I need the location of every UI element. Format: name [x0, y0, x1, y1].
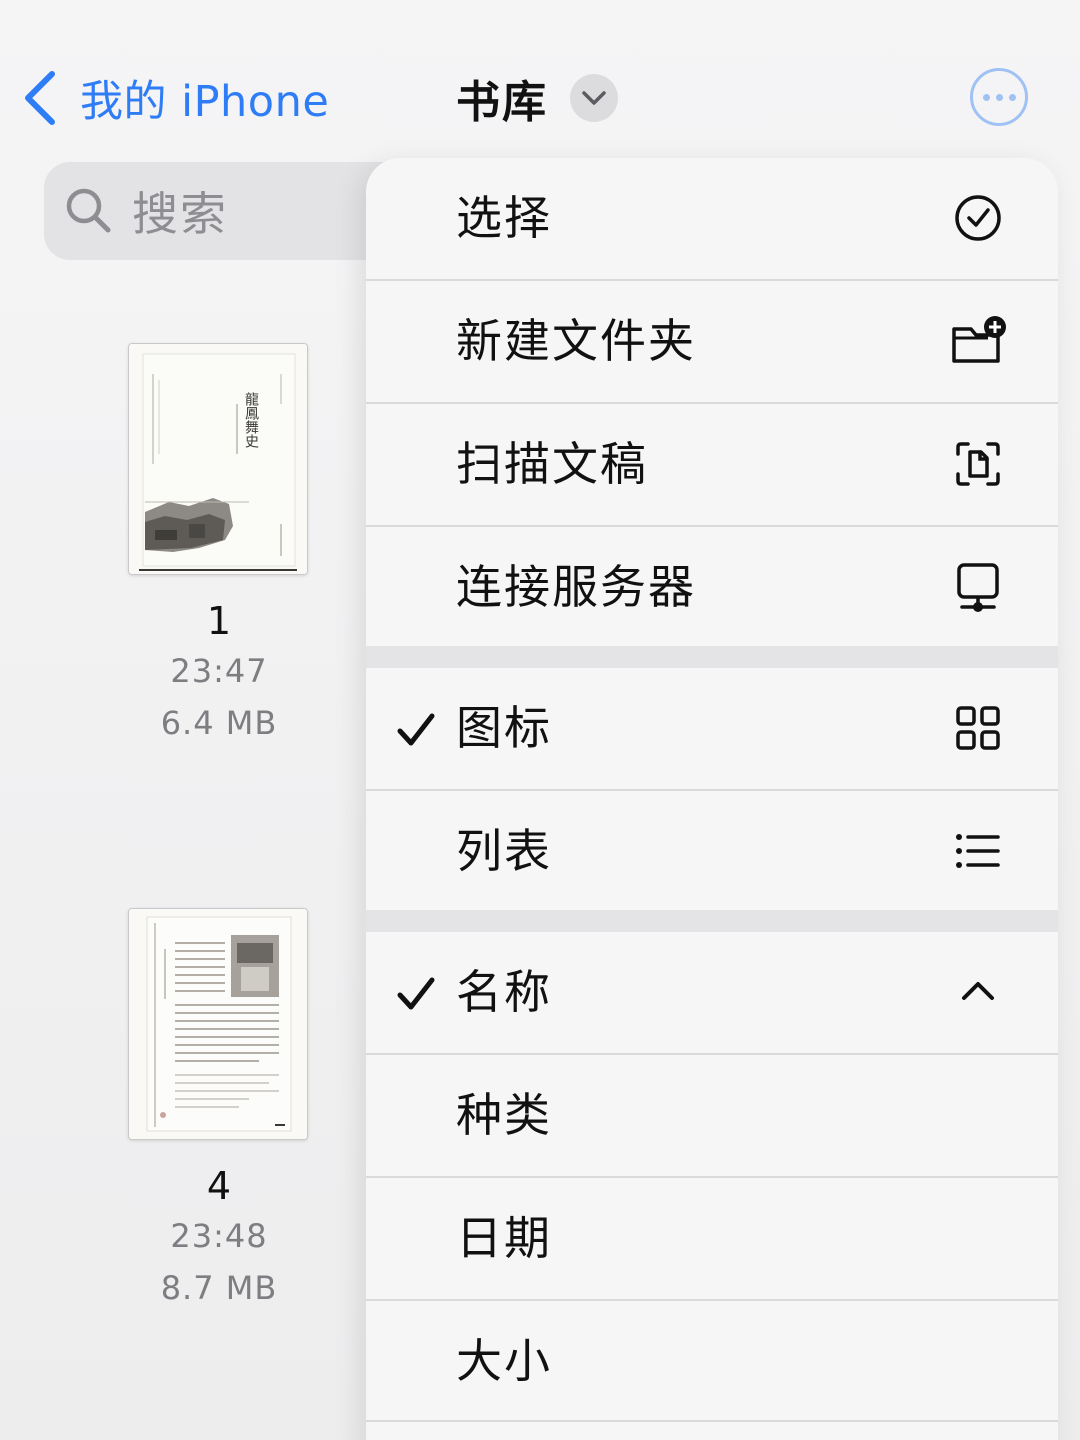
- menu-item-connect-server[interactable]: 连接服务器: [366, 527, 1058, 648]
- dot: [982, 93, 990, 101]
- menu-item-label: 种类: [456, 1088, 552, 1142]
- title-menu-button[interactable]: [570, 74, 618, 122]
- menu-group-divider: [366, 910, 1058, 932]
- menu-item-new-folder[interactable]: 新建文件夹: [366, 281, 1058, 402]
- file-thumbnail[interactable]: 龍鳳舞史: [128, 343, 308, 575]
- document-page-thumbnail: [129, 909, 307, 1139]
- menu-group-divider: [366, 646, 1058, 668]
- file-size: 6.4 MB: [160, 704, 278, 742]
- menu-item-label: 日期: [456, 1211, 552, 1265]
- menu-separator: [366, 1420, 1058, 1422]
- page-title: 书库: [456, 77, 548, 128]
- file-item[interactable]: 4 23:48 8.7 MB: [128, 908, 310, 1314]
- server-display-icon: [957, 563, 999, 612]
- chevron-up-icon: [962, 982, 994, 1000]
- file-name: 4: [206, 1164, 232, 1208]
- menu-item-select[interactable]: 选择: [366, 158, 1058, 279]
- more-options-menu: 选择 新建文件夹 扫描文稿 连接服务器 图标 列表 名称 种类 日期 大小: [366, 158, 1058, 1440]
- more-button[interactable]: [970, 68, 1028, 126]
- menu-item-label: 连接服务器: [456, 560, 696, 614]
- doc-viewfinder-icon: [956, 442, 1000, 486]
- menu-item-sort-date[interactable]: 日期: [366, 1178, 1058, 1299]
- back-button[interactable]: 我的 iPhone: [22, 66, 329, 130]
- checkmark-circle-icon: [955, 195, 1001, 241]
- menu-item-label: 大小: [456, 1334, 552, 1388]
- menu-item-scan-documents[interactable]: 扫描文稿: [366, 404, 1058, 525]
- search-icon: [66, 188, 111, 233]
- search-placeholder: 搜索: [132, 187, 228, 241]
- checkmark-icon: [397, 977, 435, 1010]
- cover-title-text: 龍鳳舞史: [243, 391, 259, 449]
- file-time: 23:47: [170, 652, 268, 690]
- file-item[interactable]: 龍鳳舞史 1 23:47 6.4 MB: [128, 343, 310, 749]
- menu-item-label: 列表: [456, 824, 552, 878]
- menu-item-view-list[interactable]: 列表: [366, 791, 1058, 912]
- folder-plus-icon: [952, 316, 1006, 363]
- navigation-bar: 我的 iPhone 书库: [0, 0, 1080, 150]
- file-size: 8.7 MB: [160, 1269, 278, 1307]
- file-name: 1: [206, 599, 232, 643]
- menu-item-view-icons[interactable]: 图标: [366, 668, 1058, 789]
- menu-item-sort-name[interactable]: 名称: [366, 932, 1058, 1053]
- menu-item-label: 名称: [456, 965, 552, 1019]
- menu-item-label: 新建文件夹: [456, 314, 696, 368]
- menu-item-label: 图标: [456, 701, 552, 755]
- dot: [995, 93, 1003, 101]
- chevron-left-icon: [25, 71, 55, 125]
- menu-item-sort-kind[interactable]: 种类: [366, 1055, 1058, 1176]
- chevron-down-icon: [582, 91, 606, 105]
- files-app-screen: 我的 iPhone 书库 搜索 龍鳳舞史 1 23:47 6.4 MB 4 23…: [0, 0, 1080, 1440]
- list-icon: [956, 834, 1000, 868]
- menu-item-label: 选择: [456, 191, 552, 245]
- title-group[interactable]: 书库: [456, 66, 618, 130]
- back-button-label: 我的 iPhone: [80, 77, 330, 127]
- file-time: 23:48: [170, 1217, 268, 1255]
- menu-item-label: 扫描文稿: [456, 437, 648, 491]
- menu-item-sort-size[interactable]: 大小: [366, 1301, 1058, 1422]
- checkmark-icon: [397, 713, 435, 746]
- grid-icon: [956, 706, 1000, 750]
- file-thumbnail[interactable]: [128, 908, 308, 1140]
- book-cover-thumbnail: 龍鳳舞史: [129, 344, 307, 574]
- dot: [1008, 93, 1016, 101]
